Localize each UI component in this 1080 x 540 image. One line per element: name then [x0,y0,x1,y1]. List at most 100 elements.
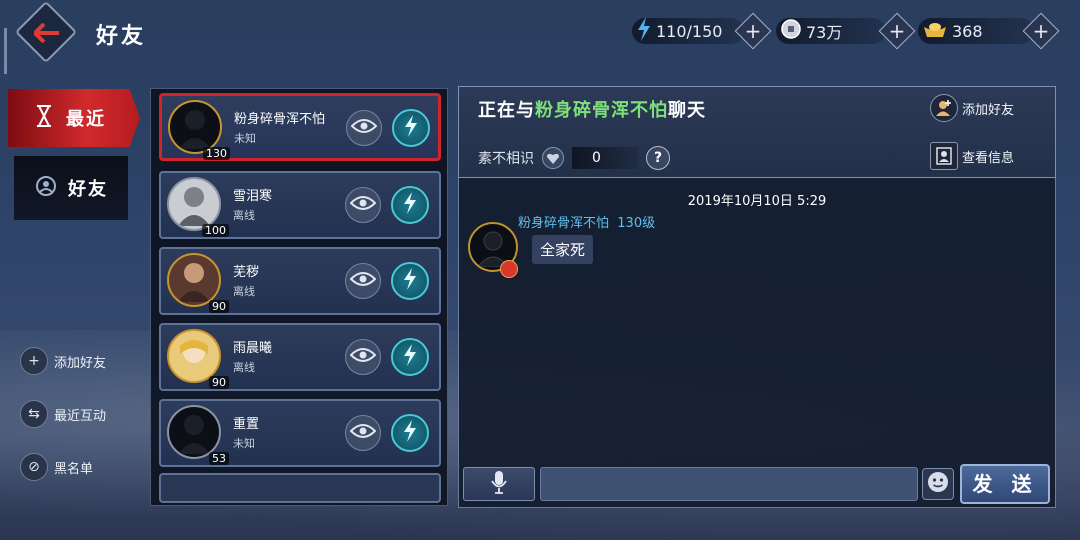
friend-status: 未知 [233,437,255,450]
friend-name: 重置 [233,417,260,432]
tab-recent[interactable]: 最近 [8,89,140,147]
swap-arrows-icon: ⇆ [20,400,48,428]
add-friend-label: 添加好友 [962,102,1015,118]
add-friend-icon: + [20,347,48,375]
friend-card[interactable]: 90 芜秽 离线 [159,247,441,315]
eye-icon [349,423,377,443]
friend-status: 离线 [233,209,255,222]
tab-recent-label: 最近 [66,109,106,130]
send-button[interactable]: 发 送 [960,464,1050,504]
view-friend-button[interactable] [345,263,381,299]
friend-status: 离线 [233,361,255,374]
plus-icon: + [1032,19,1050,43]
friend-name: 粉身碎骨浑不怕 [234,112,326,127]
send-stamina-button[interactable] [392,109,430,147]
friend-name: 雨晨曦 [233,341,273,356]
send-stamina-button[interactable] [391,262,429,300]
emoji-button[interactable] [922,468,954,500]
flash-icon [401,192,419,218]
gold-ingot-icon [922,19,948,43]
avatar: 90 [167,253,229,313]
friend-card[interactable]: 100 雪泪寒 离线 [159,171,441,239]
message-sender: 粉身碎骨浑不怕 130级 [518,212,655,231]
add-friend-icon [930,94,958,122]
plus-icon: + [888,19,906,43]
plus-icon: + [744,19,762,43]
flash-icon [401,344,419,370]
flash-icon [401,420,419,446]
send-stamina-button[interactable] [391,338,429,376]
message-sender-level: 130级 [617,216,656,231]
microphone-icon [491,470,507,498]
add-friend-button[interactable]: 添加好友 [930,94,1014,122]
stamina-display: 110/150 [632,17,744,45]
tab-friends[interactable]: 好友 [14,156,128,220]
chat-title-prefix: 正在与 [478,100,535,121]
chat-title-suffix: 聊天 [668,100,706,121]
silver-display: 73万 [776,18,886,44]
friend-card-partial[interactable] [159,473,441,503]
view-friend-button[interactable] [345,187,381,223]
blacklist-icon: ⊘ [20,453,48,481]
level-badge: 90 [209,376,229,389]
friend-name: 雪泪寒 [233,189,273,204]
friend-card[interactable]: 130 粉身碎骨浑不怕 未知 [159,93,441,161]
intimacy-label: 素不相识 [478,151,534,167]
hourglass-icon [36,105,52,131]
lightning-icon [636,17,652,45]
level-badge: 90 [209,300,229,313]
sidebar-blacklist-label: 黑名单 [54,461,94,477]
flash-icon [401,268,419,294]
help-button[interactable]: ? [646,146,670,170]
chat-input[interactable] [540,467,918,501]
eye-icon [350,118,378,138]
eye-icon [349,195,377,215]
sidebar-recent-interaction-label: 最近互动 [54,408,107,424]
level-badge: 100 [202,224,229,237]
friend-group-icon [34,175,58,201]
intimacy-icon [542,147,564,169]
view-info-label: 查看信息 [962,150,1015,166]
friend-list[interactable]: 130 粉身碎骨浑不怕 未知 100 雪泪寒 离线 90 芜秽 离线 90 雨晨… [150,88,448,506]
tab-friends-label: 好友 [68,179,108,200]
friend-status: 离线 [233,285,255,298]
intimacy-value: 0 [572,147,638,169]
friend-card[interactable]: 90 雨晨曦 离线 [159,323,441,391]
voice-button[interactable] [463,467,535,501]
chat-title: 正在与粉身碎骨浑不怕聊天 [478,96,706,122]
page-title: 好友 [96,24,147,49]
avatar: 100 [167,177,229,237]
avatar: 90 [167,329,229,389]
view-friend-button[interactable] [345,415,381,451]
lantern-icon [500,260,518,278]
sidebar-recent-interaction[interactable]: ⇆ 最近互动 [20,400,106,428]
header-divider [4,28,7,74]
send-stamina-button[interactable] [391,186,429,224]
chat-partner-name: 粉身碎骨浑不怕 [535,100,668,121]
message-sender-name: 粉身碎骨浑不怕 [518,216,610,231]
send-stamina-button[interactable] [391,414,429,452]
friend-card[interactable]: 53 重置 未知 [159,399,441,467]
eye-icon [349,347,377,367]
emoji-icon [927,471,949,497]
friend-status: 未知 [234,132,256,145]
chat-timestamp: 2019年10月10日 5:29 [687,194,827,209]
view-info-button[interactable]: 查看信息 [930,142,1014,170]
profile-card-icon [930,142,958,170]
gold-value: 368 [952,21,983,41]
level-badge: 130 [203,147,230,160]
intimacy-row: 素不相识 0 ? [478,146,670,170]
view-friend-button[interactable] [346,110,382,146]
silver-value: 73万 [806,23,843,42]
coin-icon [780,18,802,44]
avatar: 53 [167,405,229,465]
sidebar-add-friend[interactable]: + 添加好友 [20,347,106,375]
flash-icon [402,115,420,141]
avatar: 130 [168,100,230,160]
eye-icon [349,271,377,291]
sidebar-blacklist[interactable]: ⊘ 黑名单 [20,453,93,481]
back-arrow-icon [28,14,66,52]
view-friend-button[interactable] [345,339,381,375]
sidebar-add-friend-label: 添加好友 [54,355,107,371]
message-bubble: 全家死 [532,235,594,264]
